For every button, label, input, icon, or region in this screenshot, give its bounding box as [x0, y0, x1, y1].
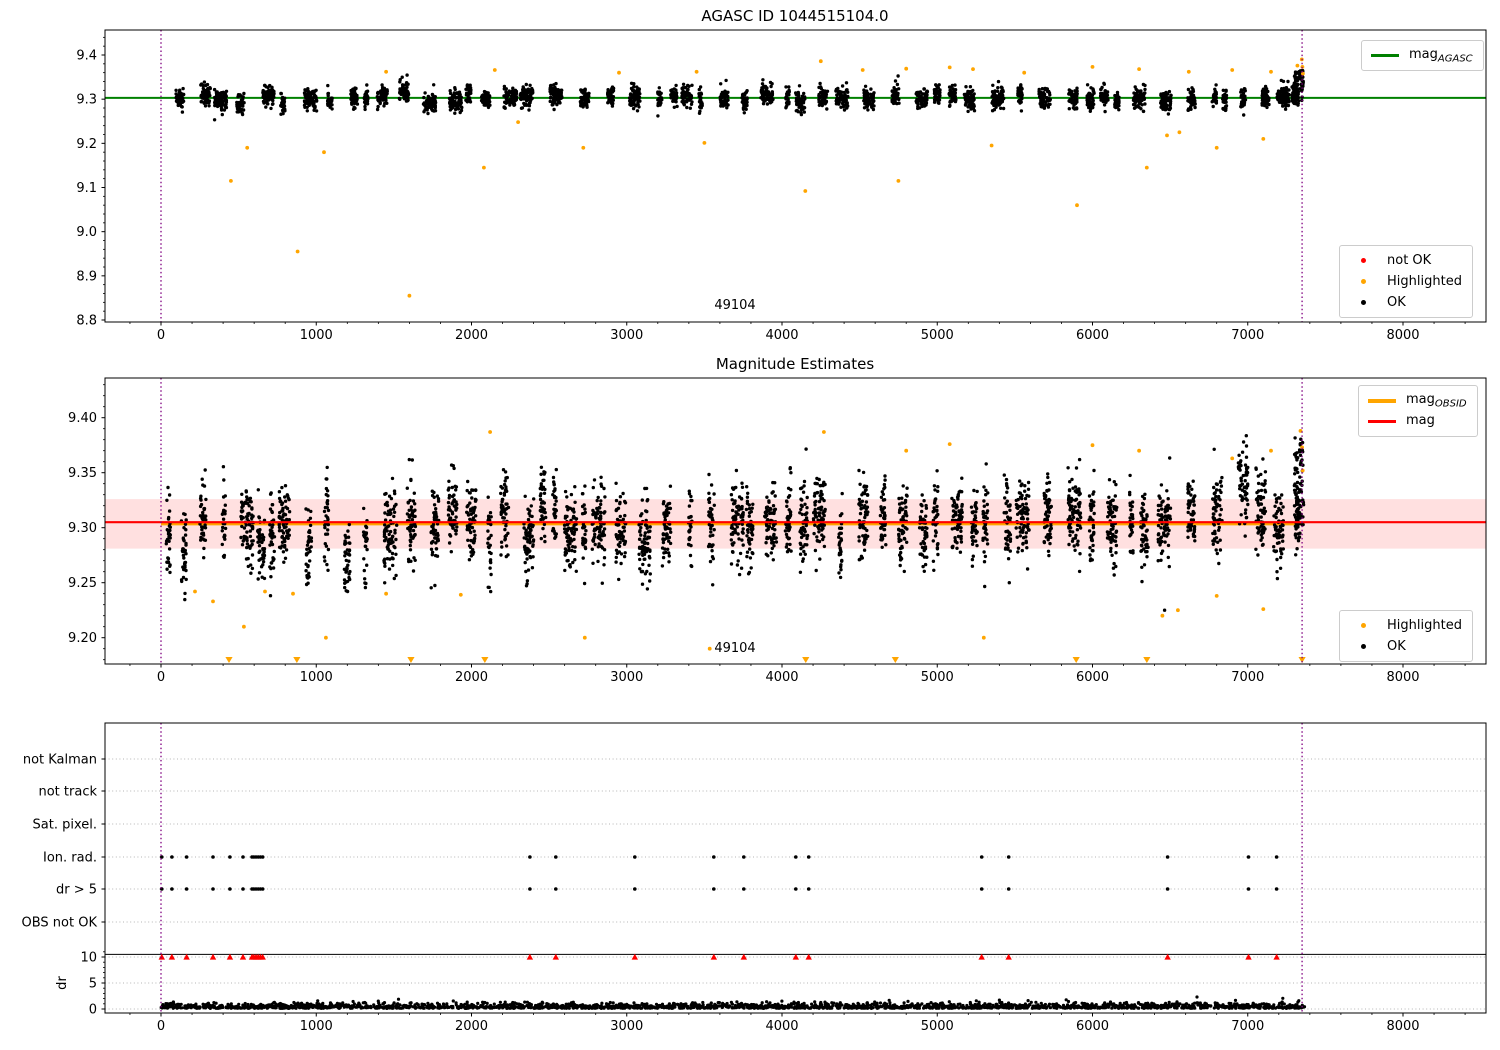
legend-label: OK — [1387, 295, 1406, 310]
middle-y-tick-label: 9.35 — [68, 466, 97, 481]
bottom-x-tick-label: 1000 — [300, 1019, 333, 1034]
legend-swatch — [1348, 644, 1378, 649]
middle-x-tick-label: 4000 — [765, 670, 798, 685]
mag-agasc-line-swatch — [1371, 54, 1399, 57]
dr-axis-label: dr — [55, 976, 70, 990]
ok-dot-swatch — [1360, 644, 1366, 649]
plot-middle-mag-estimates: 0 1000 2000 3000 4000 5000 6000 7000 8000 9.20 9.2… — [68, 377, 1487, 685]
legend-item: OK — [1348, 636, 1462, 657]
dr-tick-label: 5 — [89, 977, 97, 992]
figure: 0 1000 2000 3000 4000 5000 6000 7000 8000 8.8 8.9 9… — [0, 0, 1500, 1050]
bottom-x-tick-label: 6000 — [1076, 1019, 1109, 1034]
flag-row-label: Sat. pixel. — [33, 818, 97, 833]
legend-swatch — [1367, 420, 1397, 423]
flag-points — [160, 855, 1279, 891]
top-y-tick-label: 9.3 — [76, 93, 97, 108]
flag-row-label: not Kalman — [23, 753, 97, 768]
flag-row-label: Ion. rad. — [43, 851, 97, 866]
top-x-tick-label: 7000 — [1231, 328, 1264, 343]
middle-x-tick-label: 6000 — [1076, 670, 1109, 685]
bottom-x-tick-label: 3000 — [610, 1019, 643, 1034]
legend-swatch — [1367, 398, 1397, 403]
legend-swatch — [1348, 258, 1378, 263]
legend-item: Highlighted — [1348, 271, 1462, 292]
bottom-x-tick-label: 8000 — [1386, 1019, 1419, 1034]
legend-middle-markers: Highlighted OK — [1339, 610, 1473, 662]
legend-label: not OK — [1387, 253, 1432, 268]
legend-label: Highlighted — [1387, 618, 1462, 633]
mag-obsid-line-swatch — [1368, 398, 1396, 403]
top-y-tick-label: 9.0 — [76, 225, 97, 240]
bottom-x-tick-label: 0 — [157, 1019, 165, 1034]
plot-bottom-flags-dr: 0 1000 2000 3000 4000 5000 6000 7000 8000 not Kal… — [22, 722, 1487, 1034]
obsid-annotation-middle: 49104 — [714, 641, 755, 656]
top-y-tick-label: 8.9 — [76, 269, 97, 284]
legend-item: magAGASC — [1370, 45, 1473, 66]
top-y-tick-label: 8.8 — [76, 314, 97, 329]
middle-x-tick-label: 1000 — [300, 670, 333, 685]
legend-top-markers: not OK Highlighted OK — [1339, 245, 1473, 318]
top-x-tick-label: 6000 — [1076, 328, 1109, 343]
middle-x-tick-label: 0 — [157, 670, 165, 685]
middle-x-tick-label: 7000 — [1231, 670, 1264, 685]
legend-label: magOBSID — [1406, 391, 1467, 410]
ok-dot-swatch — [1360, 300, 1366, 305]
highlighted-dot-swatch — [1360, 623, 1366, 628]
dr-tick-label: 10 — [80, 951, 97, 966]
bottom-x-tick-label: 7000 — [1231, 1019, 1264, 1034]
legend-item: mag — [1367, 411, 1467, 432]
legend-swatch — [1348, 279, 1378, 284]
top-x-tick-label: 3000 — [610, 328, 643, 343]
legend-item: OK — [1348, 292, 1462, 313]
middle-x-tick-label: 5000 — [921, 670, 954, 685]
middle-y-tick-label: 9.25 — [68, 576, 97, 591]
legend-swatch — [1348, 623, 1378, 628]
charts-canvas: 0 1000 2000 3000 4000 5000 6000 7000 80008.88.99… — [22, 7, 1487, 1034]
legend-item: magOBSID — [1367, 390, 1467, 411]
dr-tick-label: 0 — [89, 1003, 97, 1018]
legend-swatch — [1370, 54, 1400, 57]
middle-y-tick-label: 9.20 — [68, 631, 97, 646]
top-x-tick-label: 8000 — [1386, 328, 1419, 343]
middle-x-tick-label: 2000 — [455, 670, 488, 685]
legend-label: magAGASC — [1409, 46, 1473, 65]
dr-points — [159, 995, 1307, 1011]
top-x-tick-label: 2000 — [455, 328, 488, 343]
obsid-annotation-top: 49104 — [714, 298, 755, 313]
flag-row-label: not track — [38, 785, 97, 800]
top-x-tick-label: 1000 — [300, 328, 333, 343]
top-x-tick-label: 4000 — [765, 328, 798, 343]
ok-points — [174, 68, 1305, 122]
legend-mag-lines: magOBSID mag — [1358, 385, 1478, 437]
legend-item: not OK — [1348, 250, 1462, 271]
top-plot-title: AGASC ID 1044515104.0 — [701, 7, 888, 25]
top-y-tick-label: 9.1 — [76, 181, 97, 196]
top-y-tick-label: 9.4 — [76, 49, 97, 64]
bottom-x-tick-label: 2000 — [455, 1019, 488, 1034]
middle-x-tick-label: 8000 — [1386, 670, 1419, 685]
top-y-tick-label: 9.2 — [76, 137, 97, 152]
legend-item: Highlighted — [1348, 615, 1462, 636]
top-x-tick-label: 5000 — [921, 328, 954, 343]
legend-label: mag — [1406, 412, 1435, 428]
bottom-x-tick-label: 4000 — [765, 1019, 798, 1034]
middle-plot-title: Magnitude Estimates — [716, 355, 874, 373]
legend-swatch — [1348, 300, 1378, 305]
mag-line-swatch — [1368, 420, 1396, 423]
flag-row-label: dr > 5 — [56, 883, 97, 898]
legend-label: OK — [1387, 639, 1406, 654]
flag-row-label: OBS not OK — [22, 916, 98, 931]
not-ok-dot-swatch — [1360, 258, 1366, 263]
legend-mag-agasc: magAGASC — [1361, 40, 1484, 71]
middle-x-tick-label: 3000 — [610, 670, 643, 685]
highlighted-clipped-markers — [225, 657, 1306, 663]
highlighted-dot-swatch — [1360, 279, 1366, 284]
bottom-x-tick-label: 5000 — [921, 1019, 954, 1034]
plot-top-mag-agasc: 0 1000 2000 3000 4000 5000 6000 7000 8000 8.8 8.9 9… — [76, 29, 1487, 343]
middle-y-tick-label: 9.30 — [68, 521, 97, 536]
middle-y-tick-label: 9.40 — [68, 411, 97, 426]
top-x-tick-label: 0 — [157, 328, 165, 343]
legend-label: Highlighted — [1387, 274, 1462, 289]
